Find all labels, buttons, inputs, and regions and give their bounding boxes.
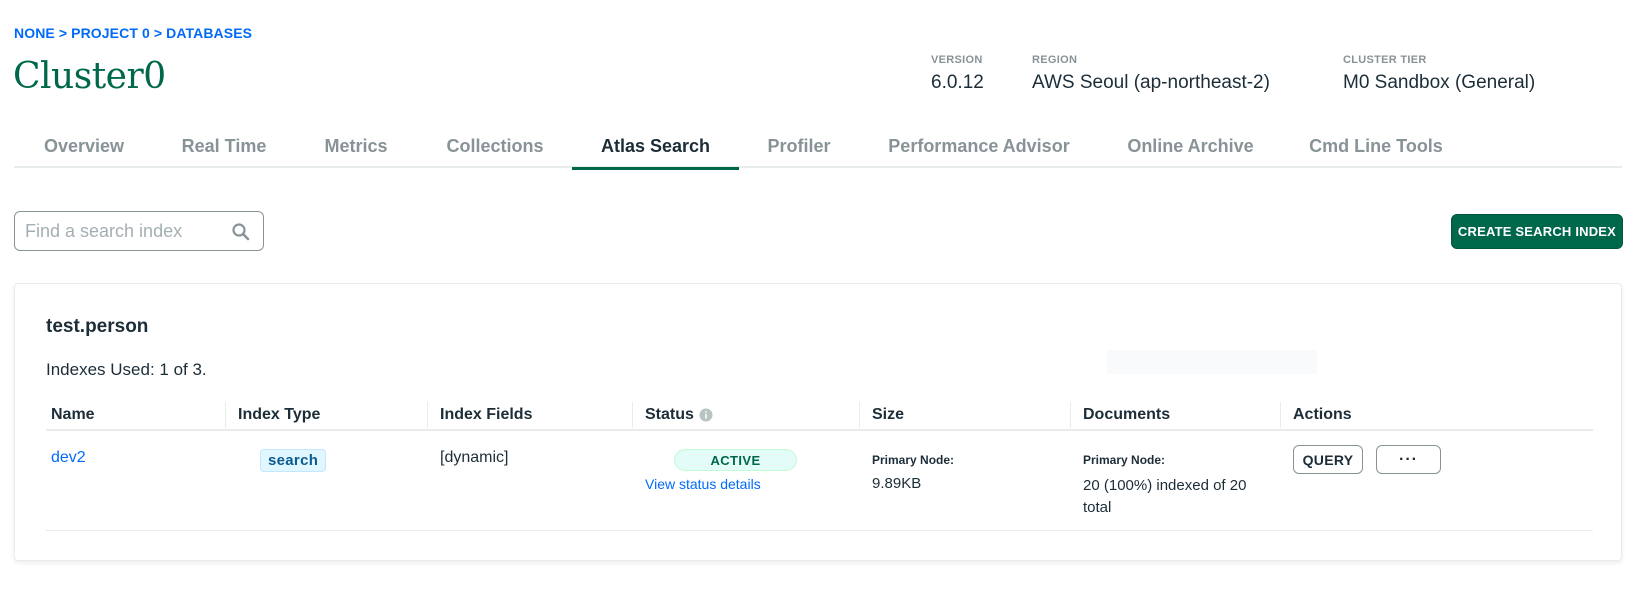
- collection-title: test.person: [46, 316, 149, 337]
- region-meta: REGION AWS Seoul (ap-northeast-2): [1032, 54, 1270, 94]
- search-index-table: Name Index Type Index Fields Status Size…: [46, 397, 1593, 531]
- size-value: 9.89KB: [872, 475, 922, 492]
- index-name-link[interactable]: dev2: [51, 449, 86, 467]
- faded-tooltip: [1107, 350, 1317, 374]
- breadcrumb: NONE > PROJECT 0 > DATABASES: [14, 25, 252, 41]
- tab-atlas-search[interactable]: Atlas Search: [572, 128, 739, 170]
- tab-profiler[interactable]: Profiler: [739, 128, 859, 168]
- tab-cmd-line-tools[interactable]: Cmd Line Tools: [1282, 128, 1470, 168]
- cluster-tier-meta: CLUSTER TIER M0 Sandbox (General): [1343, 54, 1535, 94]
- status-badge: ACTIVE: [674, 449, 797, 471]
- table-row: dev2 search [dynamic] ACTIVE View status…: [46, 431, 1593, 531]
- index-type-badge: search: [260, 449, 327, 472]
- version-value: 6.0.12: [931, 72, 984, 93]
- query-button[interactable]: QUERY: [1293, 445, 1363, 474]
- cluster-tier-label: CLUSTER TIER: [1343, 54, 1427, 66]
- breadcrumb-org[interactable]: NONE: [14, 25, 55, 41]
- ellipsis-icon[interactable]: ···: [1376, 445, 1441, 474]
- column-header-documents: Documents: [1069, 402, 1170, 428]
- column-header-size: Size: [858, 402, 904, 428]
- indexes-used-text: Indexes Used: 1 of 3.: [46, 360, 207, 379]
- tab-online-archive[interactable]: Online Archive: [1099, 128, 1282, 168]
- table-header: Name Index Type Index Fields Status Size…: [46, 397, 1593, 431]
- region-value: AWS Seoul (ap-northeast-2): [1032, 72, 1270, 93]
- magnifier-icon[interactable]: [231, 222, 251, 242]
- index-fields-value: [dynamic]: [440, 449, 509, 466]
- page-title: Cluster0: [13, 56, 166, 97]
- index-card: test.person Indexes Used: 1 of 3. Name I…: [14, 283, 1622, 561]
- breadcrumb-separator: >: [58, 25, 68, 41]
- view-status-details-link[interactable]: View status details: [645, 476, 761, 492]
- create-search-index-button[interactable]: CREATE SEARCH INDEX: [1451, 214, 1623, 249]
- tab-metrics[interactable]: Metrics: [294, 128, 418, 168]
- cluster-tier-value: M0 Sandbox (General): [1343, 72, 1536, 93]
- status-header-label: Status: [645, 406, 694, 423]
- breadcrumb-project[interactable]: PROJECT 0: [71, 25, 150, 41]
- search-index-input[interactable]: [25, 220, 225, 242]
- column-header-index-type: Index Type: [224, 402, 320, 428]
- tab-real-time[interactable]: Real Time: [154, 128, 294, 168]
- column-header-actions: Actions: [1280, 402, 1352, 428]
- breadcrumb-databases[interactable]: DATABASES: [166, 25, 252, 41]
- column-header-index-fields: Index Fields: [426, 402, 532, 428]
- version-label: VERSION: [931, 54, 983, 66]
- documents-primary-node-label: Primary Node:: [1083, 453, 1166, 467]
- tab-collections[interactable]: Collections: [418, 128, 572, 168]
- column-header-name: Name: [51, 406, 95, 423]
- breadcrumb-separator: >: [153, 25, 163, 41]
- documents-value: 20 (100%) indexed of 20 total: [1083, 477, 1247, 516]
- search-index-box: [14, 211, 264, 251]
- tab-overview[interactable]: Overview: [14, 128, 154, 168]
- region-label: REGION: [1032, 54, 1078, 66]
- tab-performance-advisor[interactable]: Performance Advisor: [859, 128, 1099, 168]
- version-meta: VERSION 6.0.12: [931, 54, 984, 94]
- cluster-tabs: Overview Real Time Metrics Collections A…: [14, 128, 1622, 170]
- size-primary-node-label: Primary Node:: [872, 453, 955, 467]
- column-header-status: Status: [632, 402, 713, 428]
- info-icon[interactable]: [699, 408, 713, 422]
